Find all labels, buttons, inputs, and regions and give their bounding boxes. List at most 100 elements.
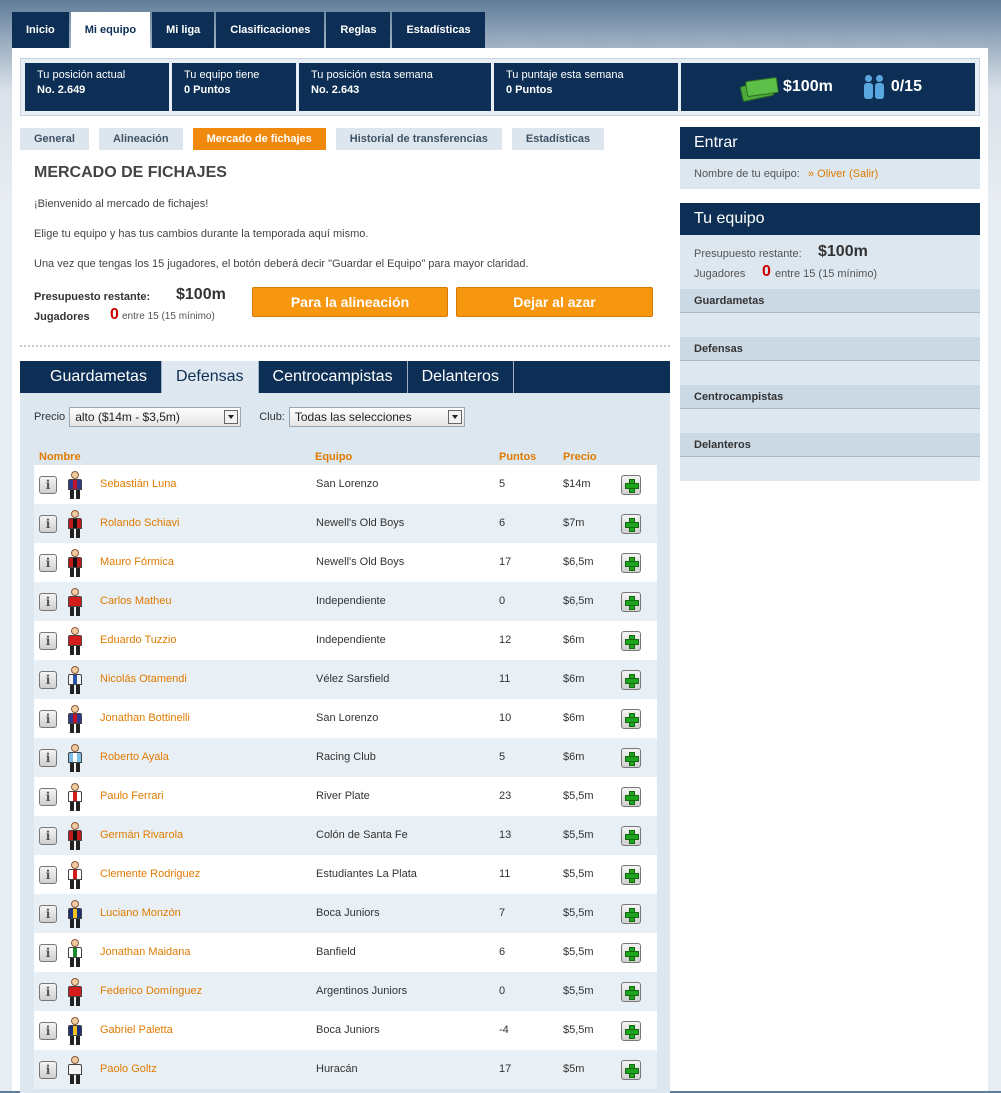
chevron-down-icon: [447, 410, 462, 424]
add-player-button[interactable]: [621, 982, 641, 1002]
logout-link[interactable]: » Oliver (Salir): [808, 168, 878, 180]
player-name[interactable]: Paolo Goltz: [100, 1063, 157, 1075]
player-name[interactable]: Roberto Ayala: [100, 751, 169, 763]
player-shirt-icon: [67, 900, 83, 928]
player-points: 0: [499, 595, 506, 607]
player-name[interactable]: Eduardo Tuzzio: [100, 634, 176, 646]
add-player-button[interactable]: [621, 514, 641, 534]
player-name[interactable]: Gabriel Paletta: [100, 1024, 173, 1036]
add-player-button[interactable]: [621, 943, 641, 963]
nav-tab-estadisticas[interactable]: Estadísticas: [392, 12, 485, 48]
player-name[interactable]: Federico Domínguez: [100, 985, 202, 997]
subtab-general[interactable]: General: [20, 128, 89, 150]
add-player-button[interactable]: [621, 1060, 641, 1080]
stat-week-points: Tu puntaje esta semana 0 Puntos: [494, 63, 678, 111]
info-icon[interactable]: i: [39, 788, 57, 806]
add-player-button[interactable]: [621, 826, 641, 846]
info-icon[interactable]: i: [39, 476, 57, 494]
player-name[interactable]: Carlos Matheu: [100, 595, 172, 607]
table-row: i Germán Rivarola Colón de Santa Fe 13 $5,5m: [34, 816, 657, 855]
player-name[interactable]: Mauro Fórmica: [100, 556, 174, 568]
add-player-button[interactable]: [621, 1021, 641, 1041]
table-row: i Roberto Ayala Racing Club 5 $6m: [34, 738, 657, 777]
add-player-button[interactable]: [621, 631, 641, 651]
player-price: $6,5m: [563, 595, 594, 607]
add-player-button[interactable]: [621, 865, 641, 885]
player-name[interactable]: Germán Rivarola: [100, 829, 183, 841]
side-budget-label: Presupuesto restante:: [694, 248, 802, 260]
add-player-button[interactable]: [621, 787, 641, 807]
info-icon[interactable]: i: [39, 905, 57, 923]
add-player-button[interactable]: [621, 709, 641, 729]
player-name[interactable]: Jonathan Maidana: [100, 946, 191, 958]
stat-week-position: Tu posición esta semana No. 2.643: [299, 63, 491, 111]
price-select-value: alto ($14m - $3,5m): [75, 410, 180, 424]
player-name[interactable]: Luciano Monzón: [100, 907, 181, 919]
info-icon[interactable]: i: [39, 827, 57, 845]
player-shirt-icon: [67, 978, 83, 1006]
info-icon[interactable]: i: [39, 671, 57, 689]
postab-centrocampistas[interactable]: Centrocampistas: [259, 361, 408, 393]
add-player-button[interactable]: [621, 553, 641, 573]
cash-icon: [739, 75, 779, 103]
info-icon[interactable]: i: [39, 554, 57, 572]
nav-tab-inicio[interactable]: Inicio: [12, 12, 69, 48]
nav-tab-mi-equipo[interactable]: Mi equipo: [70, 12, 151, 48]
postab-defensas[interactable]: Defensas: [161, 361, 259, 393]
add-player-button[interactable]: [621, 592, 641, 612]
player-points: 6: [499, 517, 506, 529]
info-icon[interactable]: i: [39, 1022, 57, 1040]
info-icon[interactable]: i: [39, 866, 57, 884]
add-player-button[interactable]: [621, 748, 641, 768]
stat-position: Tu posición actual No. 2.649: [25, 63, 169, 111]
player-team: Boca Juniors: [316, 907, 380, 919]
player-price: $5,5m: [563, 829, 594, 841]
player-team: Newell's Old Boys: [316, 556, 405, 568]
add-player-button[interactable]: [621, 475, 641, 495]
player-name[interactable]: Rolando Schiavi: [100, 517, 180, 529]
random-button[interactable]: Dejar al azar: [456, 287, 653, 317]
player-team: San Lorenzo: [316, 478, 379, 490]
player-name[interactable]: Clemente Rodriguez: [100, 868, 200, 880]
intro-instructions: Elige tu equipo y has tus cambios durant…: [34, 228, 369, 240]
stat-week-position-label: Tu posición esta semana: [311, 69, 433, 81]
subtab-alineacion[interactable]: Alineación: [98, 128, 183, 150]
player-name[interactable]: Jonathan Bottinelli: [100, 712, 190, 724]
info-icon[interactable]: i: [39, 593, 57, 611]
stat-team-value: 0 Puntos: [184, 84, 231, 96]
info-icon[interactable]: i: [39, 983, 57, 1001]
nav-tab-mi-liga[interactable]: Mi liga: [152, 12, 215, 48]
subtab-mercado[interactable]: Mercado de fichajes: [192, 128, 326, 150]
info-icon[interactable]: i: [39, 515, 57, 533]
info-icon[interactable]: i: [39, 944, 57, 962]
player-team: Racing Club: [316, 751, 376, 763]
player-name[interactable]: Sebastián Luna: [100, 478, 176, 490]
subtab-historial[interactable]: Historial de transferencias: [335, 128, 502, 150]
lineup-button[interactable]: Para la alineación: [252, 287, 448, 317]
nav-tab-reglas[interactable]: Reglas: [326, 12, 391, 48]
info-icon[interactable]: i: [39, 710, 57, 728]
club-select[interactable]: Todas las selecciones: [288, 407, 465, 427]
postab-guardametas[interactable]: Guardametas: [36, 361, 162, 393]
subtab-estadisticas[interactable]: Estadísticas: [511, 128, 605, 150]
player-name[interactable]: Nicolás Otamendi: [100, 673, 187, 685]
player-shirt-icon: [67, 1017, 83, 1045]
add-player-button[interactable]: [621, 670, 641, 690]
price-select[interactable]: alto ($14m - $3,5m): [69, 407, 242, 427]
add-player-button[interactable]: [621, 904, 641, 924]
info-icon[interactable]: i: [39, 749, 57, 767]
player-shirt-icon: [67, 1056, 83, 1084]
player-team: Boca Juniors: [316, 1024, 380, 1036]
budget-summary: Presupuesto restante: $100m Jugadores 0 …: [34, 286, 664, 336]
team-name-label: Nombre de tu equipo:: [694, 168, 800, 180]
postab-delanteros[interactable]: Delanteros: [408, 361, 514, 393]
player-points: 12: [499, 634, 512, 646]
player-name[interactable]: Paulo Ferrari: [100, 790, 164, 802]
nav-tab-clasificaciones[interactable]: Clasificaciones: [216, 12, 325, 48]
section-delanteros: Delanteros: [680, 433, 980, 457]
info-icon[interactable]: i: [39, 1061, 57, 1079]
player-team: Argentinos Juniors: [316, 985, 408, 997]
main-nav: Inicio Mi equipo Mi liga Clasificaciones…: [12, 12, 485, 48]
info-icon[interactable]: i: [39, 632, 57, 650]
table-row: i Nicolás Otamendi Vélez Sarsfield 11 $6m: [34, 660, 657, 699]
